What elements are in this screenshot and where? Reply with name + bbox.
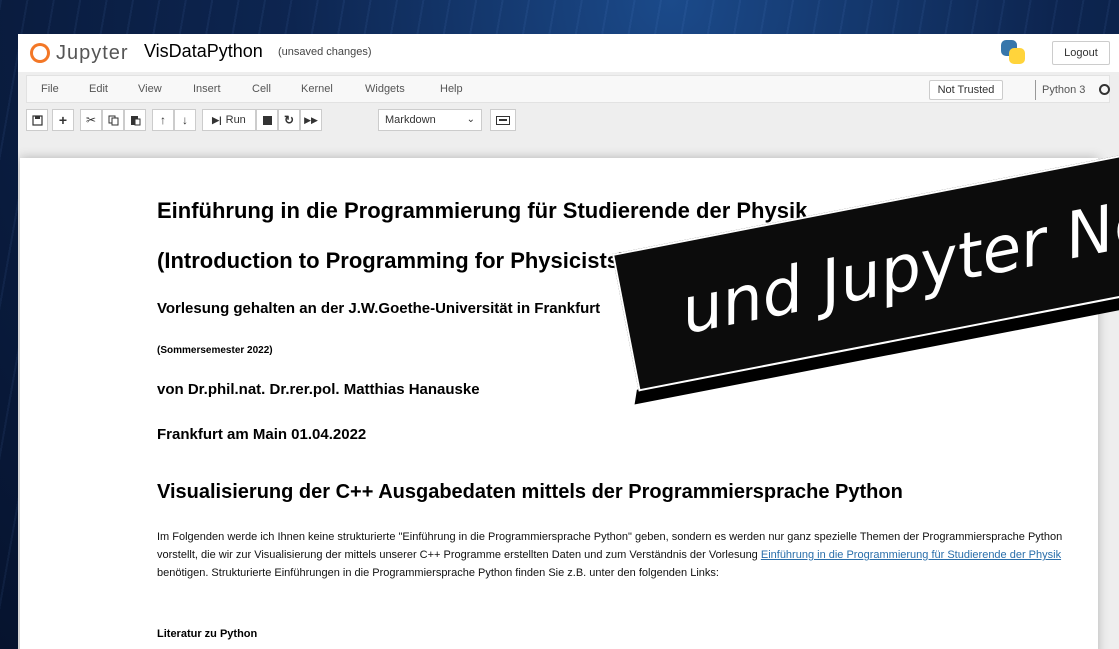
menu-view[interactable]: View	[138, 83, 162, 95]
move-up-button[interactable]: ↑	[152, 109, 174, 131]
restart-icon: ↻	[283, 113, 295, 127]
save-icon	[31, 114, 43, 126]
title-german: Einführung in die Programmierung für Stu…	[157, 198, 808, 223]
kernel-idle-indicator-icon	[1099, 84, 1110, 95]
jupyter-logo[interactable]: Jupyter	[30, 40, 129, 66]
menu-edit[interactable]: Edit	[89, 83, 108, 95]
place-date: Frankfurt am Main 01.04.2022	[157, 426, 367, 443]
copy-icon	[108, 115, 118, 125]
cell-type-select[interactable]: Markdown ⌄	[378, 109, 482, 131]
not-trusted-button[interactable]: Not Trusted	[929, 80, 1003, 100]
scissors-icon: ✂	[85, 113, 97, 127]
jupyter-logo-icon	[30, 43, 50, 63]
title-english: (Introduction to Programming for Physici…	[157, 248, 627, 273]
menu-insert[interactable]: Insert	[193, 83, 221, 95]
menu-kernel[interactable]: Kernel	[301, 83, 333, 95]
keyboard-icon	[496, 115, 510, 125]
literature-heading: Literatur zu Python	[157, 628, 258, 640]
save-status: (unsaved changes)	[278, 46, 372, 58]
cell-type-value: Markdown	[385, 114, 436, 126]
kernel-name[interactable]: Python 3	[1035, 80, 1085, 100]
restart-button[interactable]: ↻	[278, 109, 300, 131]
semester-info: (Sommersemester 2022)	[157, 345, 273, 356]
lecture-link[interactable]: Einführung in die Programmierung für Stu…	[761, 549, 1061, 561]
stop-icon	[262, 115, 272, 125]
menubar: File Edit View Insert Cell Kernel Widget…	[26, 75, 1110, 103]
paragraph-text-after-link: benötigen. Strukturierte Einführungen in…	[157, 567, 719, 579]
menu-file[interactable]: File	[41, 83, 59, 95]
jupyter-logo-text: Jupyter	[56, 41, 129, 64]
arrow-down-icon: ↓	[182, 113, 188, 127]
cut-button[interactable]: ✂	[80, 109, 102, 131]
section-title: Visualisierung der C++ Ausgabedaten mitt…	[157, 481, 903, 503]
insert-cell-button[interactable]: +	[52, 109, 74, 131]
move-down-button[interactable]: ↓	[174, 109, 196, 131]
python-logo-icon	[1001, 40, 1025, 64]
plus-icon: +	[58, 112, 68, 128]
step-forward-icon: ▶|	[212, 114, 222, 125]
save-button[interactable]	[26, 109, 48, 131]
copy-button[interactable]	[102, 109, 124, 131]
arrow-up-icon: ↑	[160, 113, 166, 127]
intro-paragraph: Im Folgenden werde ich Ihnen keine struk…	[157, 528, 1077, 582]
paste-icon	[130, 115, 140, 125]
run-label: Run	[225, 114, 246, 126]
notebook-title[interactable]: VisDataPython	[144, 41, 263, 62]
chevron-down-icon: ⌄	[466, 114, 475, 125]
paste-button[interactable]	[124, 109, 146, 131]
fast-forward-icon: ▶▶	[304, 114, 318, 125]
logout-button[interactable]: Logout	[1052, 41, 1110, 65]
restart-run-all-button[interactable]: ▶▶	[300, 109, 322, 131]
run-button[interactable]: ▶| Run	[202, 109, 256, 131]
menu-cell[interactable]: Cell	[252, 83, 271, 95]
author-info: von Dr.phil.nat. Dr.rer.pol. Matthias Ha…	[157, 381, 480, 398]
menu-help[interactable]: Help	[440, 83, 463, 95]
lecture-info: Vorlesung gehalten an der J.W.Goethe-Uni…	[157, 300, 601, 317]
header: Jupyter VisDataPython (unsaved changes) …	[18, 34, 1119, 72]
menu-widgets[interactable]: Widgets	[365, 83, 405, 95]
command-palette-button[interactable]	[490, 109, 516, 131]
interrupt-button[interactable]	[256, 109, 278, 131]
